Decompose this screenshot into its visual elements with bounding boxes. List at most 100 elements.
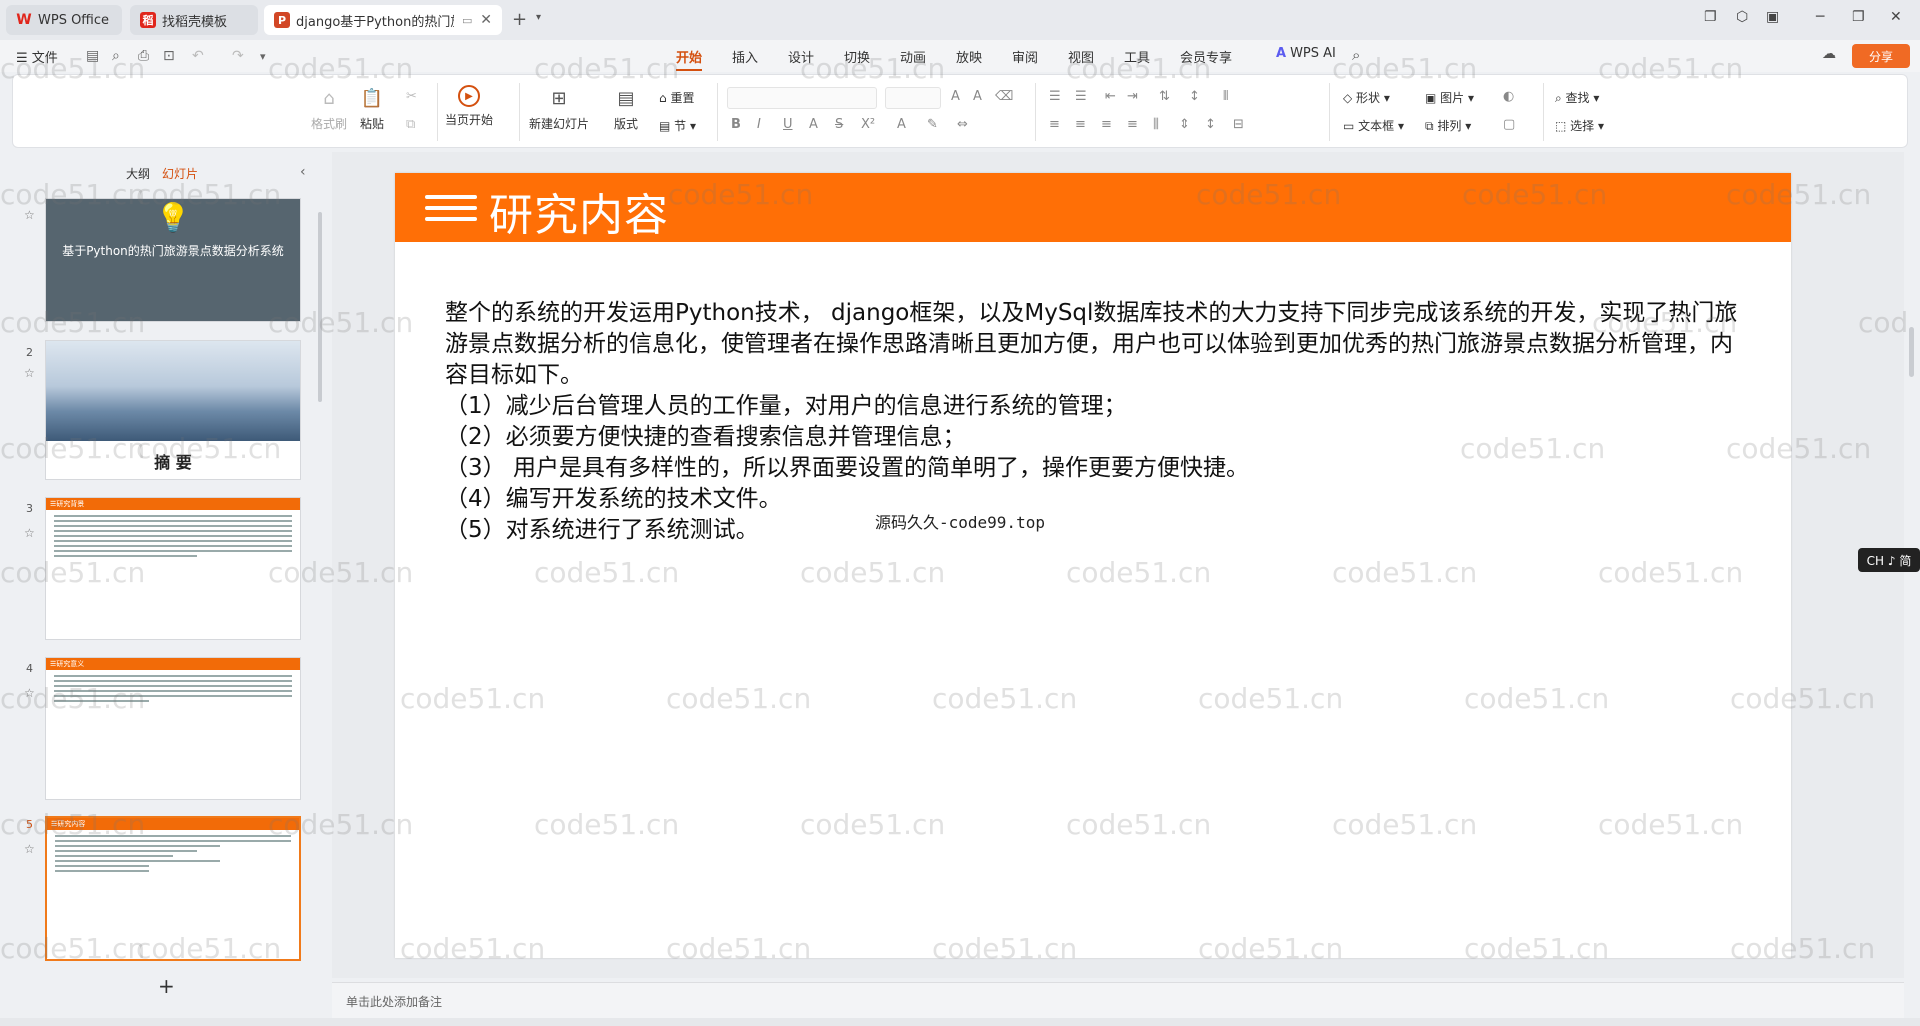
star-icon[interactable]: ☆	[24, 208, 35, 222]
outline-icon[interactable]: ▢	[1503, 117, 1515, 132]
bold-icon[interactable]: B	[731, 117, 741, 132]
text-direction-icon[interactable]: ⇅	[1159, 89, 1170, 104]
slide-thumbnail-2[interactable]: 摘 要	[45, 340, 301, 480]
tab-insert[interactable]: 插入	[732, 47, 758, 66]
print-preview-icon[interactable]: ⊡	[163, 48, 175, 64]
font-size-select[interactable]	[885, 87, 941, 109]
start-from-current-button[interactable]: ▶ 当页开始	[445, 85, 493, 128]
font-family-select[interactable]	[727, 87, 877, 109]
fill-icon[interactable]: ◐	[1503, 89, 1514, 104]
paste-button[interactable]: 📋 粘贴	[359, 85, 385, 132]
current-slide[interactable]: 研究内容 整个的系统的开发运用Python技术， django框架，以及MySq…	[395, 173, 1791, 958]
italic-icon[interactable]: I	[757, 117, 761, 132]
scrollbar-thumb[interactable]	[1909, 327, 1914, 377]
panel-scrollbar[interactable]	[318, 212, 322, 402]
minimize-icon[interactable]: ─	[1816, 9, 1824, 25]
tab-view[interactable]: 视图	[1068, 47, 1094, 66]
shadow-icon[interactable]: A	[809, 117, 818, 132]
print-icon[interactable]: ⎙	[138, 48, 149, 64]
avatar[interactable]: ▣	[1766, 9, 1779, 25]
search-icon[interactable]: ⌕	[1352, 46, 1360, 64]
tab-wps-office[interactable]: W WPS Office	[6, 5, 122, 35]
close-window-icon[interactable]: ✕	[1890, 9, 1902, 25]
new-tab-button[interactable]: +	[512, 9, 527, 30]
slide-title[interactable]: 研究内容	[489, 179, 669, 243]
cloud-sync-icon[interactable]: ☁	[1822, 46, 1836, 62]
wps-ai-button[interactable]: A WPS AI	[1276, 46, 1336, 61]
reset-button[interactable]: ⌂ 重置	[659, 89, 694, 106]
vertical-align-icon[interactable]: ⇕	[1179, 117, 1190, 132]
decrease-font-icon[interactable]: A	[973, 89, 982, 104]
select-button[interactable]: ⬚ 选择 ▾	[1555, 117, 1604, 134]
clear-format-icon[interactable]: ⌫	[995, 89, 1013, 104]
arrange-button[interactable]: ⧉ 排列 ▾	[1425, 117, 1471, 134]
align-center-icon[interactable]: ≡	[1075, 117, 1086, 132]
add-slide-button[interactable]: +	[158, 974, 175, 998]
columns-icon[interactable]: ⫴	[1223, 89, 1228, 104]
tab-slides[interactable]: 幻灯片	[162, 165, 198, 182]
shape-button[interactable]: ◇ 形状 ▾	[1343, 89, 1390, 106]
restore-icon[interactable]: ❐	[1852, 9, 1865, 25]
collapse-panel-icon[interactable]: ‹	[300, 164, 306, 180]
decrease-indent-icon[interactable]: ⇤	[1105, 89, 1116, 104]
slide-thumbnail-4[interactable]: ☰ 研究意义	[45, 657, 301, 800]
find-button[interactable]: ⌕ 查找 ▾	[1555, 89, 1599, 106]
export-icon[interactable]: ⌕	[112, 48, 120, 64]
tab-member[interactable]: 会员专享	[1180, 47, 1232, 66]
notes-pane[interactable]: 单击此处添加备注	[332, 982, 1904, 1018]
bullet-list-icon[interactable]: ☰	[1049, 89, 1061, 104]
slide-thumbnail-3[interactable]: ☰ 研究背景	[45, 497, 301, 640]
superscript-icon[interactable]: X²	[861, 117, 875, 132]
justify-icon[interactable]: ≡	[1127, 117, 1138, 132]
close-tab-icon[interactable]: ✕	[480, 12, 492, 28]
copy-icon[interactable]: ⧉	[406, 117, 415, 132]
picture-button[interactable]: ▣ 图片 ▾	[1425, 89, 1474, 106]
new-slide-button[interactable]: ⊞ 新建幻灯片	[529, 85, 589, 132]
strikethrough-icon[interactable]: S	[835, 117, 843, 132]
distribute-icon[interactable]: ⫼	[1153, 117, 1159, 132]
textbox-button[interactable]: ▭ 文本框 ▾	[1343, 117, 1404, 134]
section-button[interactable]: ▤ 节 ▾	[659, 117, 696, 134]
tab-slideshow[interactable]: 放映	[956, 47, 982, 66]
paragraph-spacing-icon[interactable]: ↕	[1205, 117, 1216, 132]
slide-thumbnail-1[interactable]: 💡 基于Python的热门旅游景点数据分析系统	[45, 198, 301, 322]
ime-indicator[interactable]: CH ♪ 简	[1858, 548, 1920, 572]
save-icon[interactable]: ▤	[86, 48, 99, 64]
align-left-icon[interactable]: ≡	[1049, 117, 1060, 132]
tab-transition[interactable]: 切换	[844, 47, 870, 66]
tab-review[interactable]: 审阅	[1012, 47, 1038, 66]
tab-tools[interactable]: 工具	[1124, 47, 1150, 66]
format-painter-button[interactable]: ⌂ 格式刷	[311, 85, 347, 132]
tab-outline[interactable]: 大纲	[126, 165, 150, 182]
tab-home[interactable]: 开始	[676, 47, 703, 71]
numbered-list-icon[interactable]: ☰	[1075, 89, 1087, 104]
cube-icon[interactable]: ⬡	[1736, 9, 1748, 25]
slide-content-textbox[interactable]: 整个的系统的开发运用Python技术， django框架，以及MySql数据库技…	[445, 298, 1755, 546]
redo-icon[interactable]: ↷	[232, 48, 244, 64]
cut-icon[interactable]: ✂	[406, 89, 417, 104]
increase-font-icon[interactable]: A	[951, 89, 960, 104]
tab-current-document[interactable]: P django基于Python的热门旅 ▭ ✕	[264, 5, 502, 35]
layout-button[interactable]: ▤ 版式	[613, 85, 639, 132]
customize-dropdown-icon[interactable]: ▾	[260, 50, 266, 63]
smart-art-icon[interactable]: ⊟	[1233, 117, 1244, 132]
layout-icon[interactable]: ❐	[1704, 9, 1717, 25]
tab-list-dropdown-icon[interactable]: ▾	[536, 12, 541, 23]
tab-docer-templates[interactable]: 稻 找稻壳模板	[130, 5, 258, 35]
align-right-icon[interactable]: ≡	[1101, 117, 1112, 132]
line-spacing-icon[interactable]: ↕	[1189, 89, 1200, 104]
share-button[interactable]: 分享	[1852, 44, 1910, 68]
file-menu[interactable]: ☰ 文件	[16, 47, 58, 66]
highlight-icon[interactable]: ✎	[927, 117, 938, 132]
char-spacing-icon[interactable]: ⇔	[957, 117, 968, 132]
tab-design[interactable]: 设计	[788, 47, 814, 66]
increase-indent-icon[interactable]: ⇥	[1127, 89, 1138, 104]
font-color-icon[interactable]: A	[897, 117, 906, 132]
slide-thumbnail-5[interactable]: ☰ 研究内容	[45, 816, 301, 961]
star-icon[interactable]: ☆	[24, 842, 35, 856]
star-icon[interactable]: ☆	[24, 526, 35, 540]
star-icon[interactable]: ☆	[24, 686, 35, 700]
star-icon[interactable]: ☆	[24, 366, 35, 380]
tab-animation[interactable]: 动画	[900, 47, 926, 66]
undo-icon[interactable]: ↶	[192, 48, 204, 64]
